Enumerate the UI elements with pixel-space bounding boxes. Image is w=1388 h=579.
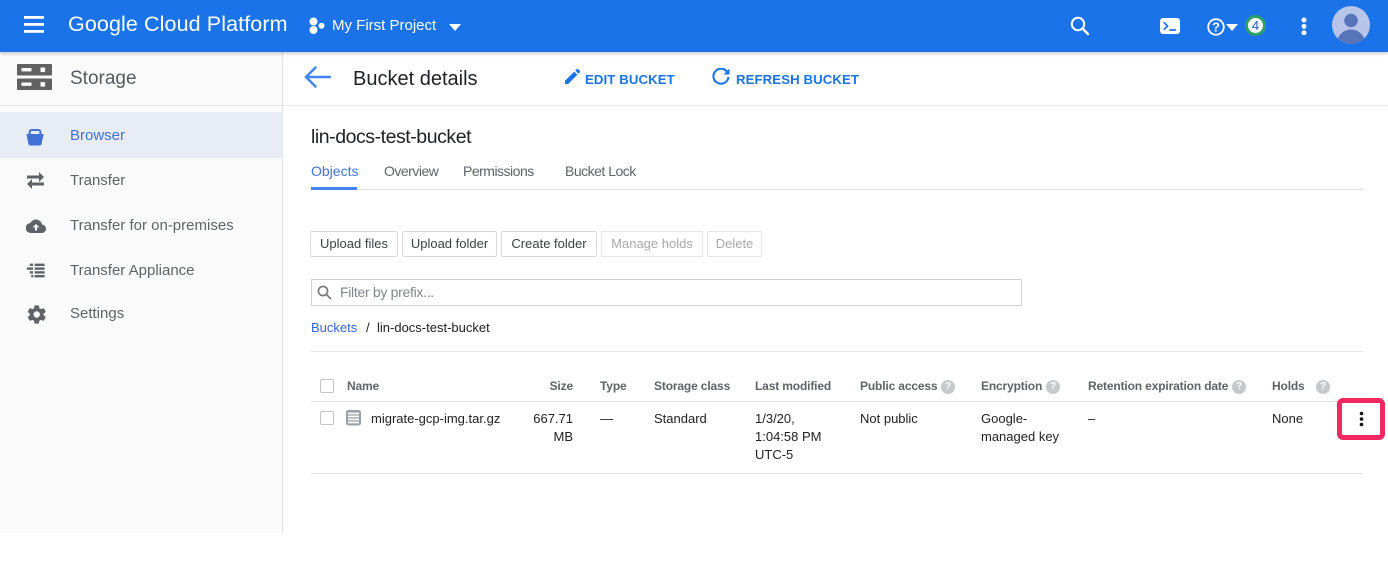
svg-text:?: ? <box>1212 20 1220 35</box>
